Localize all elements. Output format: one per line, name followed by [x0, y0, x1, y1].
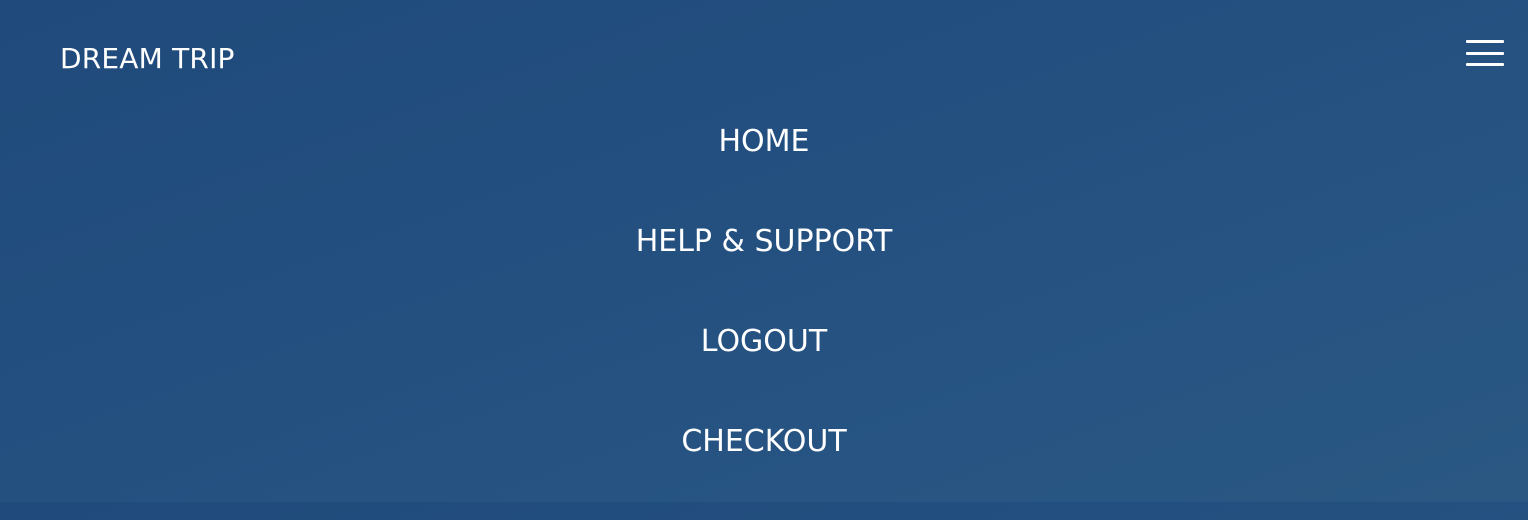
nav-item-logout[interactable]: LOGOUT [701, 320, 827, 420]
menu-bar-middle [1466, 51, 1504, 55]
brand-logo[interactable]: DREAM TRIP [60, 40, 235, 78]
nav-item-help-support[interactable]: HELP & SUPPORT [636, 220, 893, 320]
main-nav-menu: HOME HELP & SUPPORT LOGOUT CHECKOUT [0, 120, 1528, 520]
hamburger-menu-icon[interactable] [1466, 40, 1504, 66]
menu-bar-top [1466, 40, 1504, 43]
nav-item-checkout[interactable]: CHECKOUT [681, 420, 846, 520]
nav-item-home[interactable]: HOME [718, 120, 809, 220]
menu-bar-bottom [1466, 63, 1504, 66]
